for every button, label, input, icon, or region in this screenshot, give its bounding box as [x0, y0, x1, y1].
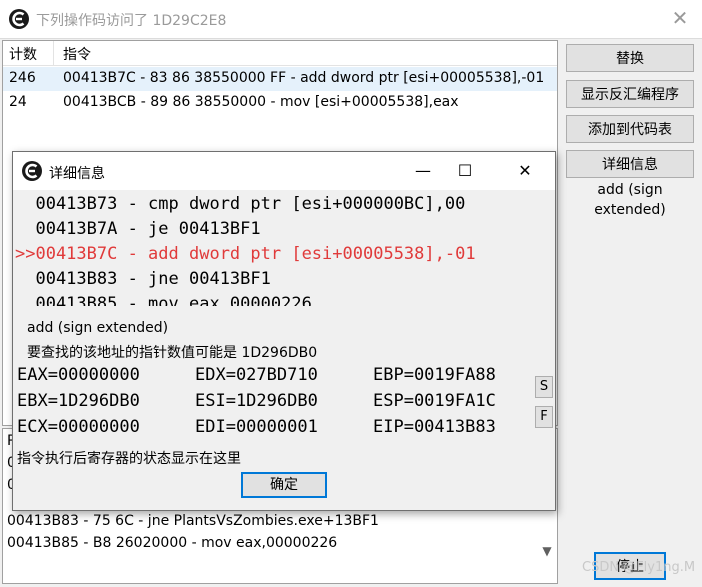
list-header: 计数 指令 [3, 41, 557, 66]
disassembly-view: 00413B73 - cmp dword ptr [esi+000000BC],… [13, 190, 555, 306]
s-button[interactable]: S [535, 376, 553, 398]
asm-line: 00413B85 - mov eax,00000226 [15, 294, 312, 306]
register-esi[interactable]: ESI=1D296DB0 [195, 391, 318, 411]
row-count: 246 [9, 70, 36, 86]
register-edx[interactable]: EDX=027BD710 [195, 365, 318, 385]
row-count: 24 [9, 94, 27, 110]
register-ebx[interactable]: EBX=1D296DB0 [17, 391, 140, 411]
register-eip[interactable]: EIP=00413B83 [373, 417, 496, 437]
column-divider[interactable] [53, 41, 54, 65]
cheat-engine-icon [22, 161, 42, 181]
show-disassembler-button[interactable]: 显示反汇编程序 [566, 80, 694, 108]
dialog-title: 详细信息 [49, 166, 105, 182]
minimize-icon[interactable]: — [403, 156, 443, 186]
column-header-count[interactable]: 计数 [9, 44, 37, 64]
register-ecx[interactable]: ECX=00000000 [17, 417, 140, 437]
row-instruction: 00413BCB - 89 86 38550000 - mov [esi+000… [63, 94, 459, 110]
close-icon[interactable]: ✕ [505, 156, 545, 186]
asm-line: 00413B83 - jne 00413BF1 [15, 269, 271, 289]
table-row[interactable]: 24 00413BCB - 89 86 38550000 - mov [esi+… [3, 91, 557, 115]
add-to-codelist-button[interactable]: 添加到代码表 [566, 115, 694, 143]
row-instruction: 00413B7C - 83 86 38550000 FF - add dword… [63, 70, 545, 86]
details-button[interactable]: 详细信息 [566, 150, 694, 178]
instruction-description: add (sign extended) [27, 320, 169, 336]
main-close-icon[interactable]: ✕ [664, 4, 696, 32]
ok-button[interactable]: 确定 [241, 472, 327, 498]
register-ebp[interactable]: EBP=0019FA88 [373, 365, 496, 385]
main-window-title: 下列操作码访问了 1D29C2E8 [36, 13, 227, 29]
list-item[interactable]: 00413B83 - 75 6C - jne PlantsVsZombies.e… [7, 513, 379, 529]
register-esp[interactable]: ESP=0019FA1C [373, 391, 496, 411]
scroll-down-arrow-icon[interactable]: ▼ [538, 540, 556, 562]
list-item[interactable]: 00413B85 - B8 26020000 - mov eax,0000022… [7, 535, 337, 551]
details-dialog: 详细信息 — ☐ ✕ 00413B73 - cmp dword ptr [esi… [12, 151, 556, 511]
instruction-info-text: add (sign extended) [594, 182, 666, 218]
dialog-titlebar[interactable]: 详细信息 — ☐ ✕ [13, 152, 555, 190]
column-header-instruction[interactable]: 指令 [63, 44, 91, 64]
main-titlebar: 下列操作码访问了 1D29C2E8 ✕ [0, 0, 702, 39]
register-eax[interactable]: EAX=00000000 [17, 365, 140, 385]
replace-button[interactable]: 替换 [566, 44, 694, 72]
asm-line: 00413B73 - cmp dword ptr [esi+000000BC],… [15, 194, 466, 214]
asm-line-current: >>00413B7C - add dword ptr [esi+00005538… [15, 244, 476, 264]
cheat-engine-icon [9, 9, 29, 29]
watermark: CSDN @Fly1ng.M [582, 560, 696, 575]
f-button[interactable]: F [535, 406, 553, 428]
status-text: 指令执行后寄存器的状态显示在这里 [17, 451, 241, 467]
pointer-hint: 要查找的该地址的指针数值可能是 1D296DB0 [27, 345, 318, 361]
register-edi[interactable]: EDI=00000001 [195, 417, 318, 437]
maximize-icon[interactable]: ☐ [445, 156, 485, 186]
table-row[interactable]: 246 00413B7C - 83 86 38550000 FF - add d… [3, 67, 557, 91]
asm-line: 00413B7A - je 00413BF1 [15, 219, 261, 239]
